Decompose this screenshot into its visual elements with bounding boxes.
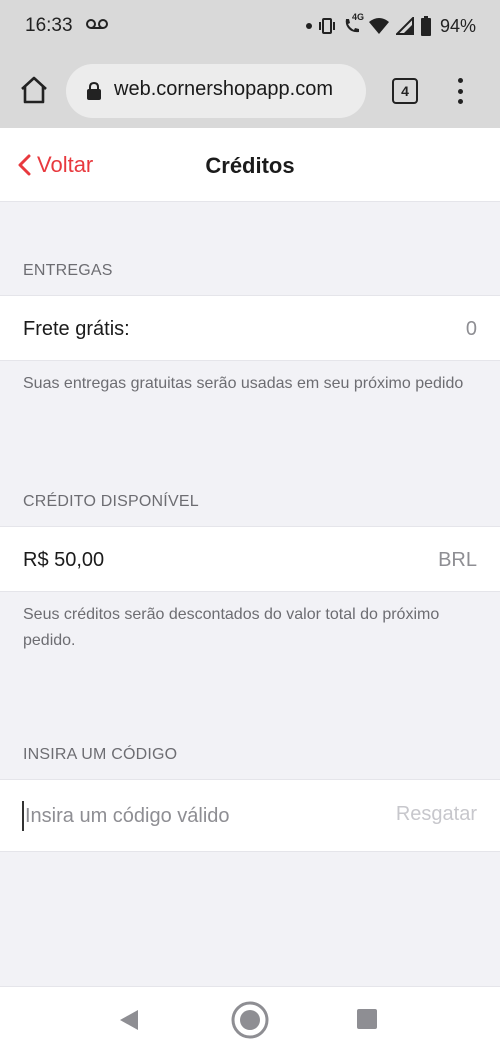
credit-amount: R$ 50,00 xyxy=(23,549,105,571)
section-label-credit: CRÉDITO DISPONÍVEL xyxy=(23,493,199,510)
credit-row: R$ 50,00 BRL xyxy=(0,526,500,592)
nav-home-icon[interactable] xyxy=(230,1000,270,1040)
status-time: 16:33 xyxy=(25,15,73,36)
section-label-deliveries: ENTREGAS xyxy=(23,262,113,279)
voicemail-icon xyxy=(86,19,108,29)
nav-recents-icon[interactable] xyxy=(357,1009,377,1029)
lock-icon xyxy=(87,81,101,100)
tab-switcher-button[interactable]: 4 xyxy=(392,78,418,104)
system-navigation-bar xyxy=(0,986,500,1051)
promo-code-input[interactable] xyxy=(22,801,352,831)
browser-menu-icon[interactable] xyxy=(450,76,470,106)
page-title: Créditos xyxy=(205,153,295,178)
nav-back-icon[interactable] xyxy=(118,1008,140,1032)
redeem-button[interactable]: Resgatar xyxy=(396,803,477,826)
status-bar: 16:33 4G 94% xyxy=(0,0,500,52)
credit-note: Seus créditos serão descontados do valor… xyxy=(23,606,440,649)
network-type: 4G xyxy=(351,12,364,22)
status-icons: 4G 94% xyxy=(305,12,476,39)
free-shipping-label: Frete grátis: xyxy=(23,318,130,340)
wifi-icon xyxy=(368,17,390,35)
battery-icon xyxy=(420,16,432,36)
browser-toolbar: web.cornershopapp.com 4 xyxy=(0,52,500,128)
browser-home-icon[interactable] xyxy=(18,74,50,106)
address-bar[interactable]: web.cornershopapp.com xyxy=(66,64,366,118)
battery-percent: 94% xyxy=(439,15,476,36)
signal-icon xyxy=(395,17,414,35)
deliveries-note: Suas entregas gratuitas serão usadas em … xyxy=(23,375,464,392)
app-header: Voltar Créditos xyxy=(0,128,500,202)
vibrate-icon xyxy=(318,17,336,35)
free-shipping-row: Frete grátis: 0 xyxy=(0,295,500,361)
code-row: Resgatar xyxy=(0,779,500,852)
credit-currency: BRL xyxy=(438,549,477,571)
section-label-code: INSIRA UM CÓDIGO xyxy=(23,746,178,763)
notification-dot-icon xyxy=(305,23,312,29)
free-shipping-value: 0 xyxy=(465,318,477,340)
call-4g-icon: 4G xyxy=(342,12,364,36)
url-text: web.cornershopapp.com xyxy=(114,78,334,100)
